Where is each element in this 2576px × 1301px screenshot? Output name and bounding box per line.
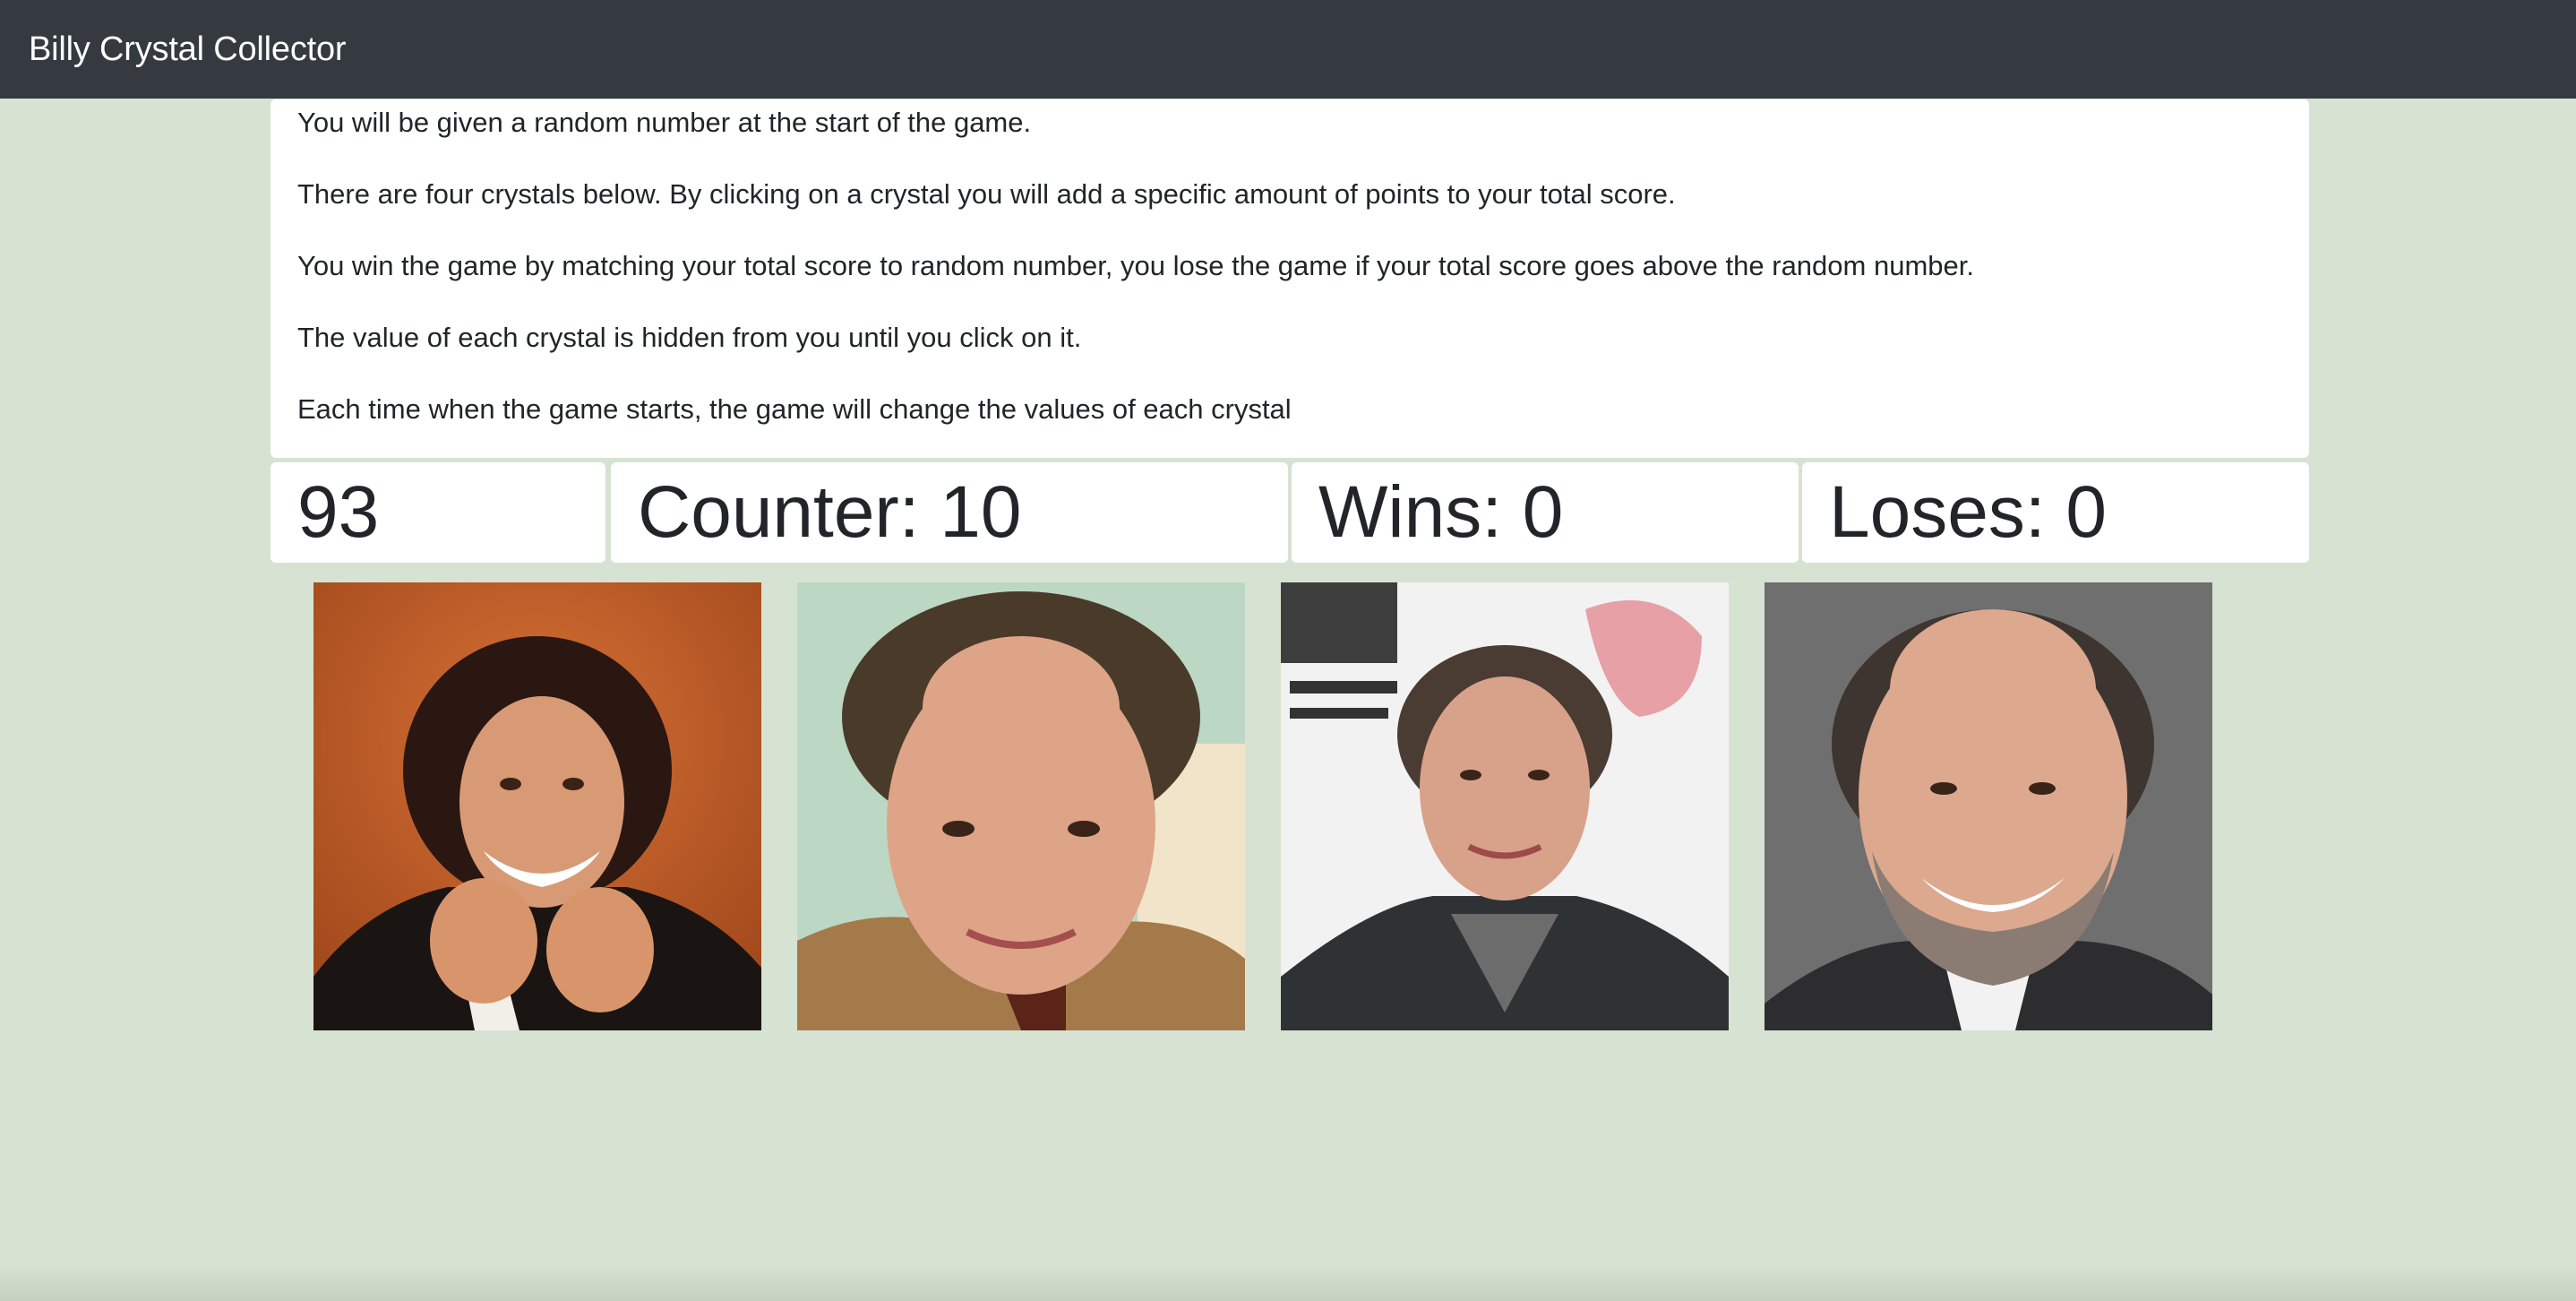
billy-crystal-portrait-1-icon [313, 582, 761, 1030]
crystal-button-4[interactable] [1765, 582, 2212, 1030]
instruction-line: The value of each crystal is hidden from… [297, 322, 1082, 353]
random-number-box: 93 [270, 462, 605, 563]
loses-value: Loses: 0 [1829, 471, 2107, 553]
instructions-card: You will be given a random number at the… [270, 99, 2309, 458]
instruction-line: There are four crystals below. By clicki… [297, 178, 1676, 210]
brand-title[interactable]: Billy Crystal Collector [29, 32, 347, 66]
crystal-button-3[interactable] [1281, 582, 1729, 1030]
billy-crystal-portrait-4-icon [1765, 582, 2212, 1030]
instruction-line: Each time when the game starts, the game… [297, 393, 1292, 425]
wins-box: Wins: 0 [1292, 462, 1799, 563]
counter-box: Counter: 10 [611, 462, 1288, 563]
bottom-shadow [0, 1265, 2576, 1301]
loses-box: Loses: 0 [1802, 462, 2309, 563]
crystal-button-1[interactable] [313, 582, 761, 1030]
crystal-button-2[interactable] [797, 582, 1245, 1030]
billy-crystal-portrait-3-icon [1281, 582, 1729, 1030]
random-number: 93 [297, 471, 380, 553]
wins-value: Wins: 0 [1318, 471, 1564, 553]
billy-crystal-portrait-2-icon [797, 582, 1245, 1030]
counter-value: Counter: 10 [638, 471, 1022, 553]
instruction-line: You win the game by matching your total … [297, 250, 1974, 281]
navbar: Billy Crystal Collector [0, 0, 2576, 99]
instruction-line: You will be given a random number at the… [297, 107, 1032, 138]
